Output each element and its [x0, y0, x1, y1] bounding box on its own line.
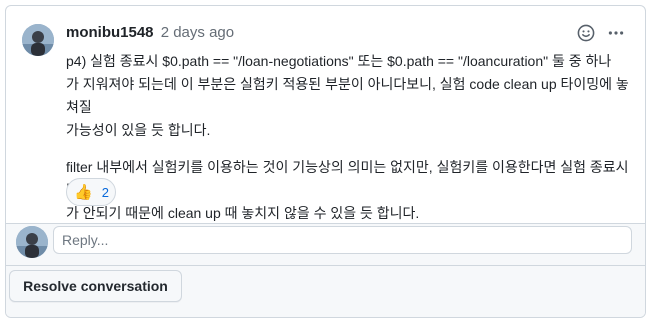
reply-input[interactable] [53, 226, 632, 254]
add-reaction-button[interactable] [574, 22, 598, 44]
thumbs-up-reaction[interactable]: 👍 2 [66, 178, 116, 206]
comment-body: p4) 실험 종료시 $0.path == "/loan-negotiation… [66, 50, 636, 239]
current-user-avatar [16, 226, 48, 258]
avatar-photo-icon [16, 226, 48, 258]
resolve-conversation-button[interactable]: Resolve conversation [9, 270, 182, 302]
author-avatar[interactable] [22, 24, 54, 56]
comment-paragraph: p4) 실험 종료시 $0.path == "/loan-negotiation… [66, 53, 629, 138]
author-name[interactable]: monibu1548 [66, 24, 154, 41]
comment-paragraph: filter 내부에서 실험키를 이용하는 것이 기능상의 의미는 없지만, 실… [66, 159, 629, 221]
comment-header: monibu1548 2 days ago [66, 23, 234, 43]
thumbs-up-icon: 👍 [74, 183, 93, 201]
review-comment: monibu1548 2 days ago p4) 실험 종료시 $0.path… [6, 6, 645, 223]
smiley-icon [577, 24, 595, 42]
kebab-horizontal-icon [608, 31, 624, 35]
more-options-button[interactable] [604, 22, 628, 44]
comment-timestamp[interactable]: 2 days ago [161, 24, 234, 41]
avatar-photo-icon [22, 24, 54, 56]
reaction-count: 2 [101, 184, 109, 200]
